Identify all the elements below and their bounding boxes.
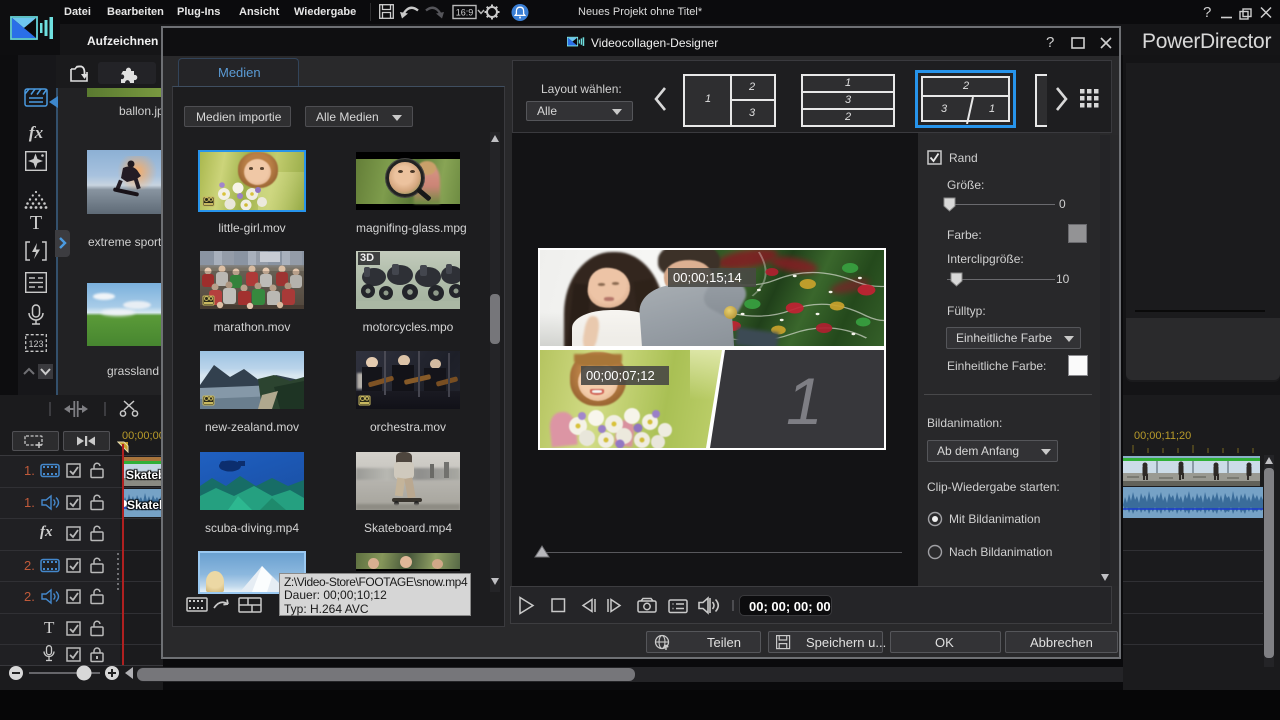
svg-text:fx: fx (29, 123, 44, 142)
svg-text:16:9: 16:9 (456, 8, 474, 18)
svg-text:T: T (30, 212, 42, 234)
svg-text:1: 1 (786, 364, 823, 438)
svg-text:123: 123 (28, 339, 43, 349)
